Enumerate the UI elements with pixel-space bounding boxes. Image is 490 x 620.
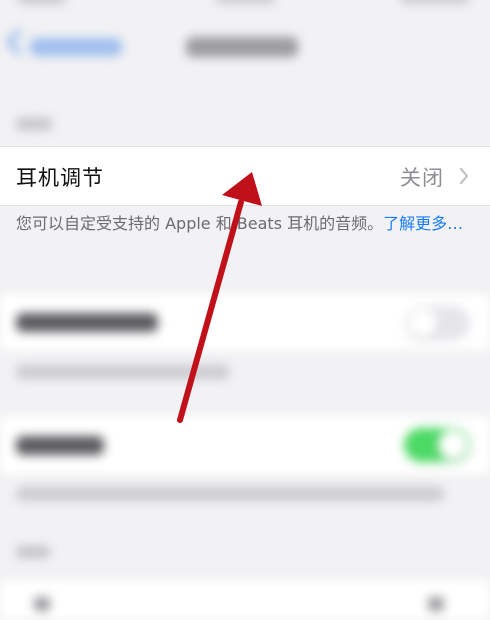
section-header <box>16 118 52 130</box>
settings-row[interactable] <box>0 294 490 350</box>
row-label <box>16 436 104 455</box>
settings-row[interactable] <box>0 416 490 474</box>
status-center <box>215 0 275 4</box>
chevron-right-icon <box>459 167 469 185</box>
toggle-knob <box>438 430 468 460</box>
section-footer <box>16 487 444 501</box>
headphone-accommodations-row[interactable]: 耳机调节 关闭 <box>0 146 490 206</box>
section-header <box>16 546 50 558</box>
toggle-switch-off[interactable] <box>406 306 470 340</box>
chevron-left-icon[interactable] <box>4 28 26 56</box>
status-bar <box>0 0 490 8</box>
footer-text: 您可以自定受支持的 Apple 和 Beats 耳机的音频。 <box>16 214 384 233</box>
status-indicators <box>400 0 470 4</box>
toggle-knob <box>408 308 438 338</box>
status-time <box>18 0 66 4</box>
row-value: 关闭 <box>400 166 444 190</box>
row-label: 耳机调节 <box>16 166 104 190</box>
navigation-bar <box>0 8 490 72</box>
learn-more-link[interactable]: 了解更多… <box>383 214 463 233</box>
page-title <box>186 37 298 57</box>
settings-row[interactable] <box>0 580 490 620</box>
section-footer: 您可以自定受支持的 Apple 和 Beats 耳机的音频。了解更多… <box>16 212 466 236</box>
toggle-switch-on[interactable] <box>404 428 470 462</box>
row-label <box>16 313 158 332</box>
back-button[interactable] <box>30 38 122 56</box>
section-footer <box>16 365 230 379</box>
